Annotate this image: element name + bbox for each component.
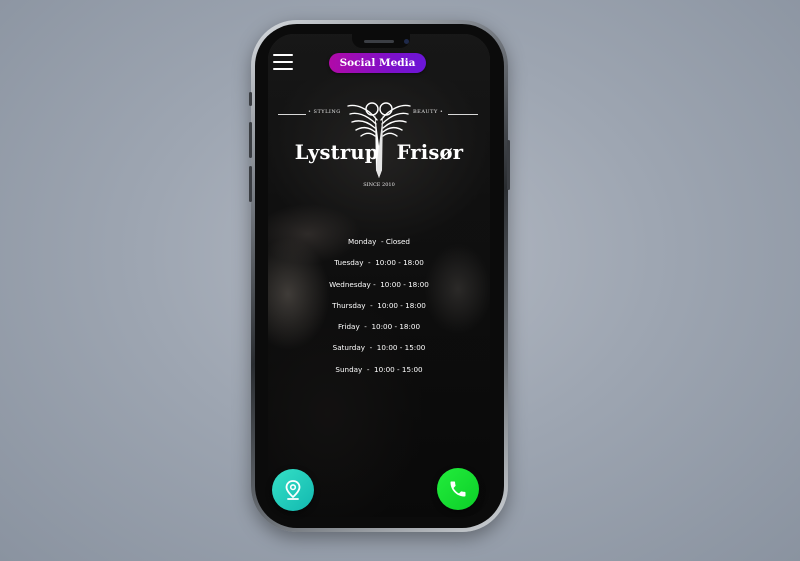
logo-tag-beauty: BEAUTY • [413, 109, 444, 115]
map-location-button[interactable] [272, 469, 314, 511]
hours-row-tuesday: Tuesday - 10:00 - 18:00 [334, 258, 424, 268]
hours-row-friday: Friday - 10:00 - 18:00 [337, 322, 421, 332]
social-media-button[interactable]: Social Media [329, 53, 426, 73]
phone-speaker [364, 40, 394, 43]
hours-row-thursday: Thursday - 10:00 - 18:00 [332, 300, 426, 310]
phone-side-button [249, 122, 252, 158]
brand-logo: • STYLING BEAUTY • Lystrup Frisør SINCE 2… [268, 96, 490, 196]
logo-divider-right [448, 114, 478, 115]
call-button[interactable] [437, 468, 479, 510]
opening-hours-list: Monday - Closed Tuesday - 10:00 - 18:00 … [268, 237, 490, 386]
brand-name-left: Lystrup [294, 141, 379, 164]
brand-name-right: Frisør [396, 141, 464, 164]
hours-row-monday: Monday - Closed [348, 237, 410, 246]
location-pin-icon [285, 480, 301, 500]
scissors-wings-icon [347, 102, 411, 178]
phone-side-button [249, 92, 252, 106]
phone-side-button [507, 140, 510, 190]
hours-row-sunday: Sunday - 10:00 - 15:00 [335, 364, 423, 374]
phone-icon [450, 481, 466, 497]
hamburger-menu-icon[interactable] [273, 54, 293, 72]
logo-divider-left [278, 114, 306, 115]
logo-tag-styling: • STYLING [308, 109, 341, 115]
hours-row-wednesday: Wednesday - 10:00 - 18:00 [329, 279, 429, 289]
hours-row-saturday: Saturday - 10:00 - 15:00 [332, 343, 426, 353]
brand-since: SINCE 2010 [363, 182, 395, 188]
phone-camera [404, 39, 409, 44]
phone-side-button [249, 166, 252, 202]
brand-name: Lystrup Frisør [268, 141, 490, 164]
